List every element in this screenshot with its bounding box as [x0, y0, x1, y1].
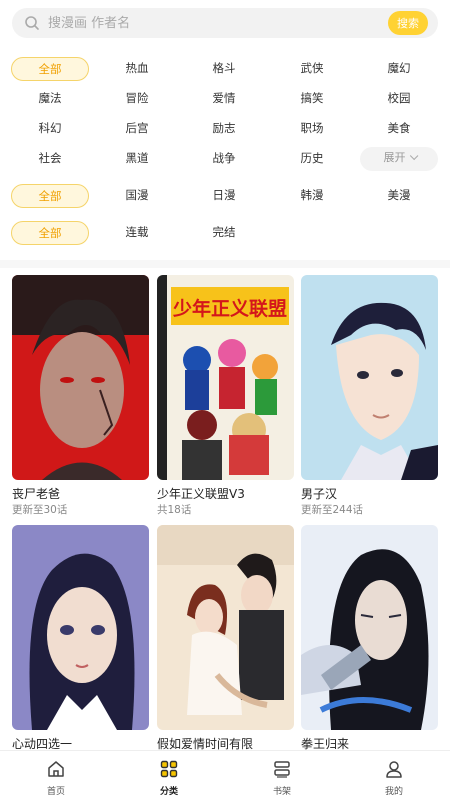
bookshelf-icon — [274, 761, 290, 778]
expand-label: 展开 — [383, 151, 406, 164]
status-chip[interactable]: 完结 — [185, 221, 263, 245]
tab-profile[interactable]: 我的 — [338, 751, 450, 800]
genre-chip[interactable]: 搞笑 — [273, 87, 351, 111]
comic-cover-image — [12, 525, 149, 730]
chevron-down-icon — [409, 151, 418, 161]
comic-title: 少年正义联盟V3 — [157, 487, 245, 501]
status-filter-row: 全部 连载 完结 — [0, 221, 450, 247]
comic-card[interactable]: 丧尸老爸 更新至30话 — [12, 275, 149, 516]
comic-card[interactable]: 男子汉 更新至244话 — [301, 275, 438, 516]
genre-filter-row-3: 科幻 后宫 励志 职场 美食 — [0, 117, 450, 143]
region-chip[interactable]: 国漫 — [98, 184, 176, 208]
genre-chip-all[interactable]: 全部 — [11, 57, 89, 81]
region-chip[interactable]: 美漫 — [360, 184, 438, 208]
tab-label: 我的 — [384, 787, 403, 797]
comic-card[interactable]: 少年正义联盟 少年正义联盟V3 共18话 — [157, 275, 294, 516]
genre-chip[interactable]: 武侠 — [273, 57, 351, 81]
genre-chip[interactable]: 励志 — [185, 117, 263, 141]
genre-chip[interactable]: 后宫 — [98, 117, 176, 141]
search-bar: 搜索 — [12, 8, 438, 38]
genre-chip[interactable]: 职场 — [273, 117, 351, 141]
region-filter-row: 全部 国漫 日漫 韩漫 美漫 — [0, 184, 450, 210]
genre-chip[interactable]: 爱情 — [185, 87, 263, 111]
profile-icon — [386, 761, 402, 778]
comic-cover-image: 少年正义联盟 — [157, 275, 294, 480]
comic-cover-image — [301, 525, 438, 730]
tab-home[interactable]: 首页 — [0, 751, 112, 800]
cover-title-text: 少年正义联盟 — [172, 297, 287, 320]
genre-chip[interactable]: 科幻 — [11, 117, 89, 141]
comic-update-status: 共18话 — [157, 504, 192, 516]
comic-card[interactable]: 拳王归来 — [301, 525, 438, 751]
tab-bookshelf[interactable]: 书架 — [226, 751, 338, 800]
comic-cover-image — [301, 275, 438, 480]
tab-label: 分类 — [159, 787, 178, 797]
genre-chip[interactable]: 战争 — [185, 147, 263, 171]
expand-button[interactable]: 展开 — [360, 147, 438, 171]
genre-chip[interactable]: 社会 — [11, 147, 89, 171]
genre-chip[interactable]: 热血 — [98, 57, 176, 81]
bottom-tab-bar: 首页 分类 书架 我的 — [0, 750, 450, 800]
comic-cover-image — [12, 275, 149, 480]
comic-cover-image — [157, 525, 294, 730]
genre-chip[interactable]: 美食 — [360, 117, 438, 141]
comic-title: 男子汉 — [301, 487, 338, 501]
genre-filter-row-2: 魔法 冒险 爱情 搞笑 校园 — [0, 87, 450, 113]
status-chip[interactable]: 连载 — [98, 221, 176, 245]
search-button[interactable]: 搜索 — [388, 11, 428, 35]
region-chip[interactable]: 韩漫 — [273, 184, 351, 208]
tab-label: 书架 — [272, 787, 291, 797]
tab-label: 首页 — [46, 787, 65, 797]
region-chip-all[interactable]: 全部 — [11, 184, 89, 208]
comic-update-status: 更新至30话 — [12, 504, 68, 516]
genre-chip[interactable]: 格斗 — [185, 57, 263, 81]
genre-chip[interactable]: 冒险 — [98, 87, 176, 111]
genre-filter-row-4: 社会 黑道 战争 历史 展开 — [0, 147, 450, 173]
comic-card[interactable]: 心动四选一 — [12, 525, 149, 751]
genre-chip[interactable]: 魔法 — [11, 87, 89, 111]
section-divider — [0, 260, 450, 268]
comic-card[interactable]: 假如爱情时间有限 — [157, 525, 294, 751]
genre-filter-row-1: 全部 热血 格斗 武侠 魔幻 — [0, 57, 450, 83]
comic-title: 丧尸老爸 — [12, 487, 61, 501]
search-icon — [25, 16, 39, 30]
region-chip[interactable]: 日漫 — [185, 184, 263, 208]
status-chip-all[interactable]: 全部 — [11, 221, 89, 245]
search-input[interactable] — [48, 13, 348, 33]
genre-chip[interactable]: 魔幻 — [360, 57, 438, 81]
genre-chip[interactable]: 历史 — [273, 147, 351, 171]
tab-category[interactable]: 分类 — [113, 751, 225, 800]
category-icon — [160, 760, 178, 778]
genre-chip[interactable]: 校园 — [360, 87, 438, 111]
comic-update-status: 更新至244话 — [301, 504, 364, 516]
genre-chip[interactable]: 黑道 — [98, 147, 176, 171]
home-icon — [48, 761, 64, 777]
